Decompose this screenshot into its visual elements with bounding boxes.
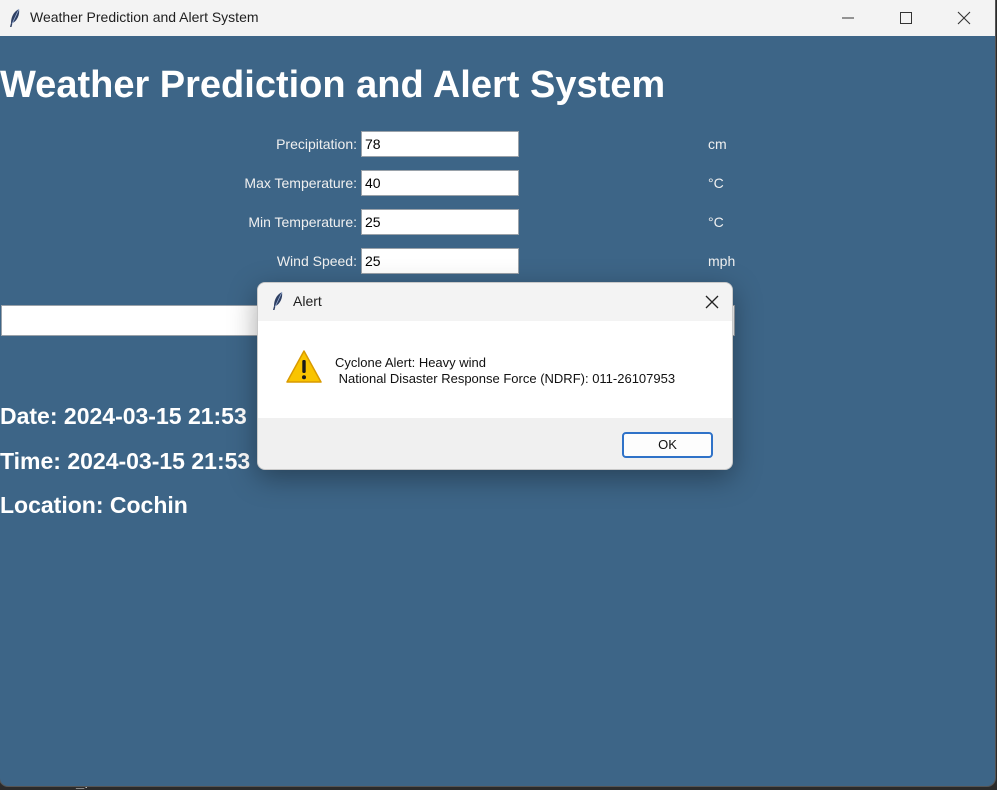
min-temperature-input[interactable]: [361, 209, 519, 235]
minimize-icon: [842, 17, 854, 19]
min-temperature-unit: °C: [708, 214, 724, 230]
alert-message: Cyclone Alert: Heavy wind National Disas…: [335, 355, 675, 387]
precipitation-unit: cm: [708, 136, 727, 152]
alert-message-line1: Cyclone Alert: Heavy wind: [335, 355, 487, 370]
close-icon: [705, 295, 719, 309]
dialog-title: Alert: [293, 293, 322, 309]
window-titlebar[interactable]: Weather Prediction and Alert System: [0, 0, 995, 36]
close-icon: [957, 11, 971, 25]
wind-speed-label: Wind Speed:: [276, 253, 357, 269]
precipitation-input[interactable]: [361, 131, 519, 157]
precipitation-label: Precipitation:: [276, 136, 357, 152]
ok-button[interactable]: OK: [622, 432, 713, 458]
dialog-titlebar[interactable]: Alert: [258, 283, 732, 321]
wind-speed-input[interactable]: [361, 248, 519, 274]
wind-speed-unit: mph: [708, 253, 736, 269]
date-text: Date: 2024-03-15 21:53: [0, 403, 247, 429]
max-temperature-input[interactable]: [361, 170, 519, 196]
alert-dialog: Alert Cyclone Alert: Heavy wind National…: [257, 282, 733, 470]
warning-icon: [286, 350, 322, 383]
window-title: Weather Prediction and Alert System: [30, 9, 259, 25]
maximize-icon: [900, 12, 912, 24]
page-title: Weather Prediction and Alert System: [0, 64, 666, 106]
feather-icon: [273, 291, 283, 310]
dialog-body: Cyclone Alert: Heavy wind National Disas…: [258, 321, 732, 418]
feather-icon: [10, 8, 20, 27]
minimize-button[interactable]: [819, 0, 877, 36]
time-text: Time: 2024-03-15 21:53: [0, 448, 251, 474]
alert-message-line2: National Disaster Response Force (NDRF):…: [335, 371, 676, 386]
maximize-button[interactable]: [877, 0, 935, 36]
max-temperature-unit: °C: [708, 175, 724, 191]
min-temperature-label: Min Temperature:: [248, 214, 357, 230]
close-button[interactable]: [935, 0, 993, 36]
max-temperature-label: Max Temperature:: [244, 175, 357, 191]
location-text: Location: Cochin: [0, 492, 188, 518]
dialog-close-button[interactable]: [698, 289, 726, 315]
